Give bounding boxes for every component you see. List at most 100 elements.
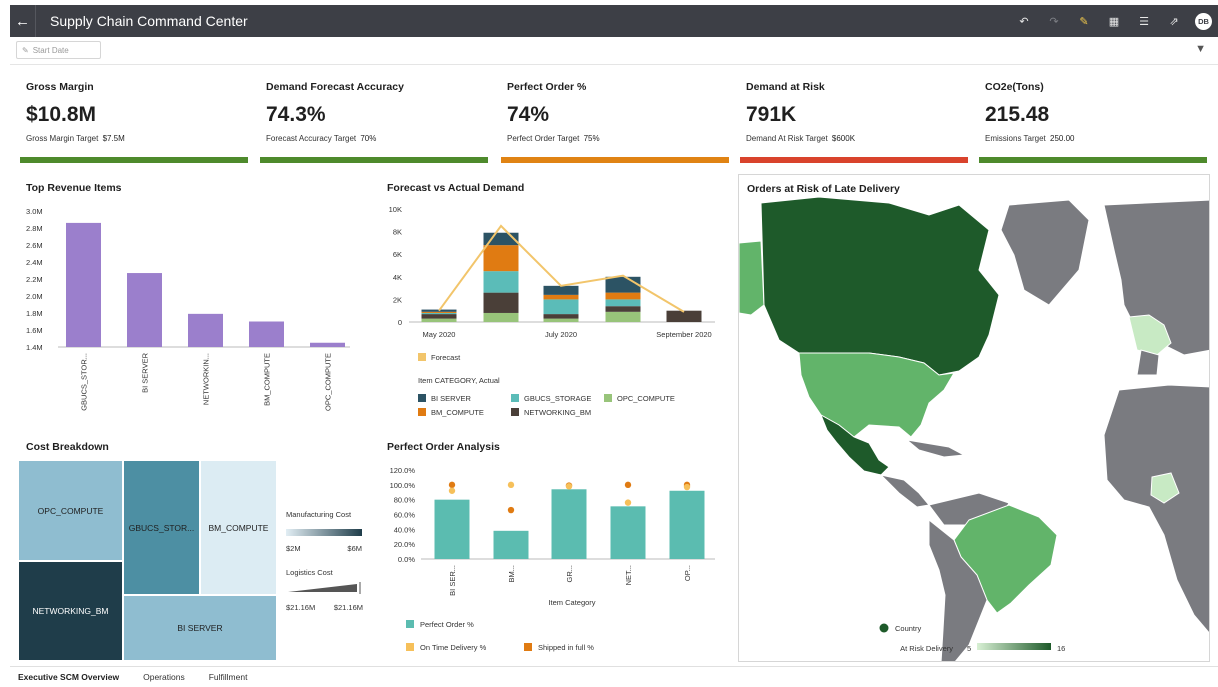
x-tick-label: GR... — [565, 565, 574, 583]
revenue-bar — [249, 321, 284, 347]
legend-forecast-swatch — [418, 353, 426, 361]
kpi-forecast-accuracy[interactable]: Demand Forecast Accuracy 74.3% Forecast … — [260, 81, 488, 165]
legend-manufacturing-label: Manufacturing Cost — [286, 510, 352, 519]
on-time-marker — [507, 481, 515, 489]
y-tick-label: 2.6M — [26, 241, 43, 250]
logistics-wedge — [288, 584, 357, 592]
perfect-order-bar — [551, 489, 587, 559]
app-header: ← Supply Chain Command Center ↶ ↷ ✎ ▦ ☰ … — [10, 5, 1218, 37]
x-tick-label: BI SER... — [448, 565, 457, 596]
manufacturing-min: $2M — [286, 544, 301, 553]
y-tick-label: 6K — [393, 250, 402, 259]
kpi-target: Emissions Target 250.00 — [985, 134, 1075, 143]
x-tick-label: BM... — [507, 565, 516, 583]
legend-series-label: BM_COMPUTE — [431, 408, 484, 417]
country-caribbean[interactable] — [905, 439, 966, 458]
kpi-target: Gross Margin Target $7.5M — [26, 134, 125, 143]
stacked-bar-segment — [543, 294, 579, 300]
revenue-bar — [66, 222, 101, 347]
redo-icon[interactable]: ↷ — [1039, 5, 1069, 37]
legend-series-swatch — [511, 408, 519, 416]
country-canada[interactable] — [760, 196, 1000, 376]
treemap-cell-gbucs-storage[interactable]: GBUCS_STOR... — [123, 460, 200, 595]
stacked-bar-segment — [543, 318, 579, 322]
back-arrow-icon[interactable]: ← — [10, 5, 36, 37]
stacked-bar-segment — [483, 292, 519, 313]
y-tick-label: 2.8M — [26, 224, 43, 233]
y-tick-label: 40.0% — [394, 525, 416, 534]
cost-treemap[interactable]: OPC_COMPUTE GBUCS_STOR... BM_COMPUTE NET… — [18, 460, 277, 661]
y-tick-label: 3.0M — [26, 207, 43, 216]
kpi-status-bar — [501, 157, 729, 163]
country-iberia[interactable] — [1136, 349, 1160, 376]
y-tick-label: 2.0M — [26, 292, 43, 301]
x-tick-label: May 2020 — [423, 330, 456, 339]
top-revenue-chart[interactable]: 3.0M 2.8M 2.6M 2.4M 2.2M 2.0M 1.8M 1.6M 1.4M GBUC… — [20, 200, 360, 422]
kpi-co2e[interactable]: CO2e(Tons) 215.48 Emissions Target 250.0… — [979, 81, 1207, 165]
app-title: Supply Chain Command Center — [50, 13, 248, 29]
stacked-bar-segment — [421, 318, 457, 322]
revenue-bar — [188, 313, 223, 347]
legend-shipped[interactable]: Shipped in full % — [538, 643, 594, 652]
treemap-cell-bi-server[interactable]: BI SERVER — [123, 595, 277, 661]
country-alaska[interactable] — [739, 240, 765, 316]
y-tick-label: 2.4M — [26, 258, 43, 267]
dashboard: ← Supply Chain Command Center ↶ ↷ ✎ ▦ ☰ … — [0, 0, 1218, 687]
filter-icon[interactable]: ▼ — [1195, 43, 1206, 55]
start-date-filter[interactable]: ✎ Start Date — [16, 41, 101, 59]
kpi-demand-at-risk[interactable]: Demand at Risk 791K Demand At Risk Targe… — [740, 81, 968, 165]
comment-icon[interactable]: ☰ — [1129, 5, 1159, 37]
legend-group-label: Item CATEGORY, Actual — [418, 376, 500, 385]
manufacturing-gradient — [286, 529, 362, 536]
kpi-status-bar — [740, 157, 968, 163]
pin-icon: ✎ — [22, 45, 29, 55]
kpi-title: Demand at Risk — [746, 81, 825, 93]
perfect-order-chart[interactable]: Item Category Perfect Order % On Time De… — [385, 459, 725, 659]
avatar[interactable]: DB — [1195, 12, 1212, 30]
world-map[interactable]: Country At Risk Delivery 5 16 — [739, 175, 1210, 662]
export-icon[interactable]: ⇗ — [1159, 5, 1189, 37]
tab-executive-scm-overview[interactable]: Executive SCM Overview — [10, 672, 131, 682]
treemap-cell-opc-compute[interactable]: OPC_COMPUTE — [18, 460, 123, 561]
y-tick-label: 80.0% — [394, 496, 416, 505]
forecast-chart[interactable]: 10K 8K 6K 4K 2K 0 May 2020 July 2020 September 2… — [385, 200, 725, 425]
legend-perfect-order[interactable]: Perfect Order % — [420, 620, 474, 629]
y-tick-label: 1.6M — [26, 326, 43, 335]
kpi-value: 74.3% — [266, 103, 326, 126]
perfect-order-bar — [434, 499, 470, 559]
present-icon[interactable]: ▦ — [1099, 5, 1129, 37]
y-tick-label: 20.0% — [394, 540, 416, 549]
stacked-bar-segment — [605, 306, 641, 312]
stacked-bar-segment — [483, 245, 519, 272]
country-central-america[interactable] — [879, 474, 930, 508]
forecast-title: Forecast vs Actual Demand — [387, 182, 525, 194]
legend-scale-gradient — [977, 643, 1051, 650]
kpi-value: 791K — [746, 103, 797, 126]
country-greenland[interactable] — [1000, 199, 1090, 306]
toolbar: ↶ ↷ ✎ ▦ ☰ ⇗ DB — [1009, 5, 1212, 37]
stacked-bar-segment — [483, 271, 519, 293]
y-tick-label: 1.4M — [26, 343, 43, 352]
start-date-placeholder: Start Date — [32, 45, 69, 55]
logistics-max: $21.16M — [334, 603, 363, 612]
tab-operations[interactable]: Operations — [131, 672, 197, 682]
kpi-title: Demand Forecast Accuracy — [266, 81, 404, 93]
kpi-gross-margin[interactable]: Gross Margin $10.8M Gross Margin Target … — [20, 81, 248, 165]
edit-icon[interactable]: ✎ — [1069, 5, 1099, 37]
treemap-cell-networking-bm[interactable]: NETWORKING_BM — [18, 561, 123, 661]
treemap-cell-bm-compute[interactable]: BM_COMPUTE — [200, 460, 277, 595]
undo-icon[interactable]: ↶ — [1009, 5, 1039, 37]
legend-on-time[interactable]: On Time Delivery % — [420, 643, 487, 652]
country-africa[interactable] — [1103, 384, 1210, 635]
kpi-status-bar — [20, 157, 248, 163]
kpi-title: Gross Margin — [26, 81, 94, 93]
y-tick-label: 2K — [393, 295, 402, 304]
kpi-value: 74% — [507, 103, 550, 126]
map-panel[interactable]: Orders at Risk of Late Delivery Country … — [738, 174, 1210, 662]
stacked-bar-segment — [483, 312, 519, 322]
legend-country: Country — [895, 624, 922, 633]
legend-ontime-swatch — [406, 643, 414, 651]
cost-legend: Manufacturing Cost $2M $6M Logistics Cos… — [286, 510, 363, 612]
kpi-perfect-order[interactable]: Perfect Order % 74% Perfect Order Target… — [501, 81, 729, 165]
tab-fulfillment[interactable]: Fulfillment — [197, 672, 260, 682]
